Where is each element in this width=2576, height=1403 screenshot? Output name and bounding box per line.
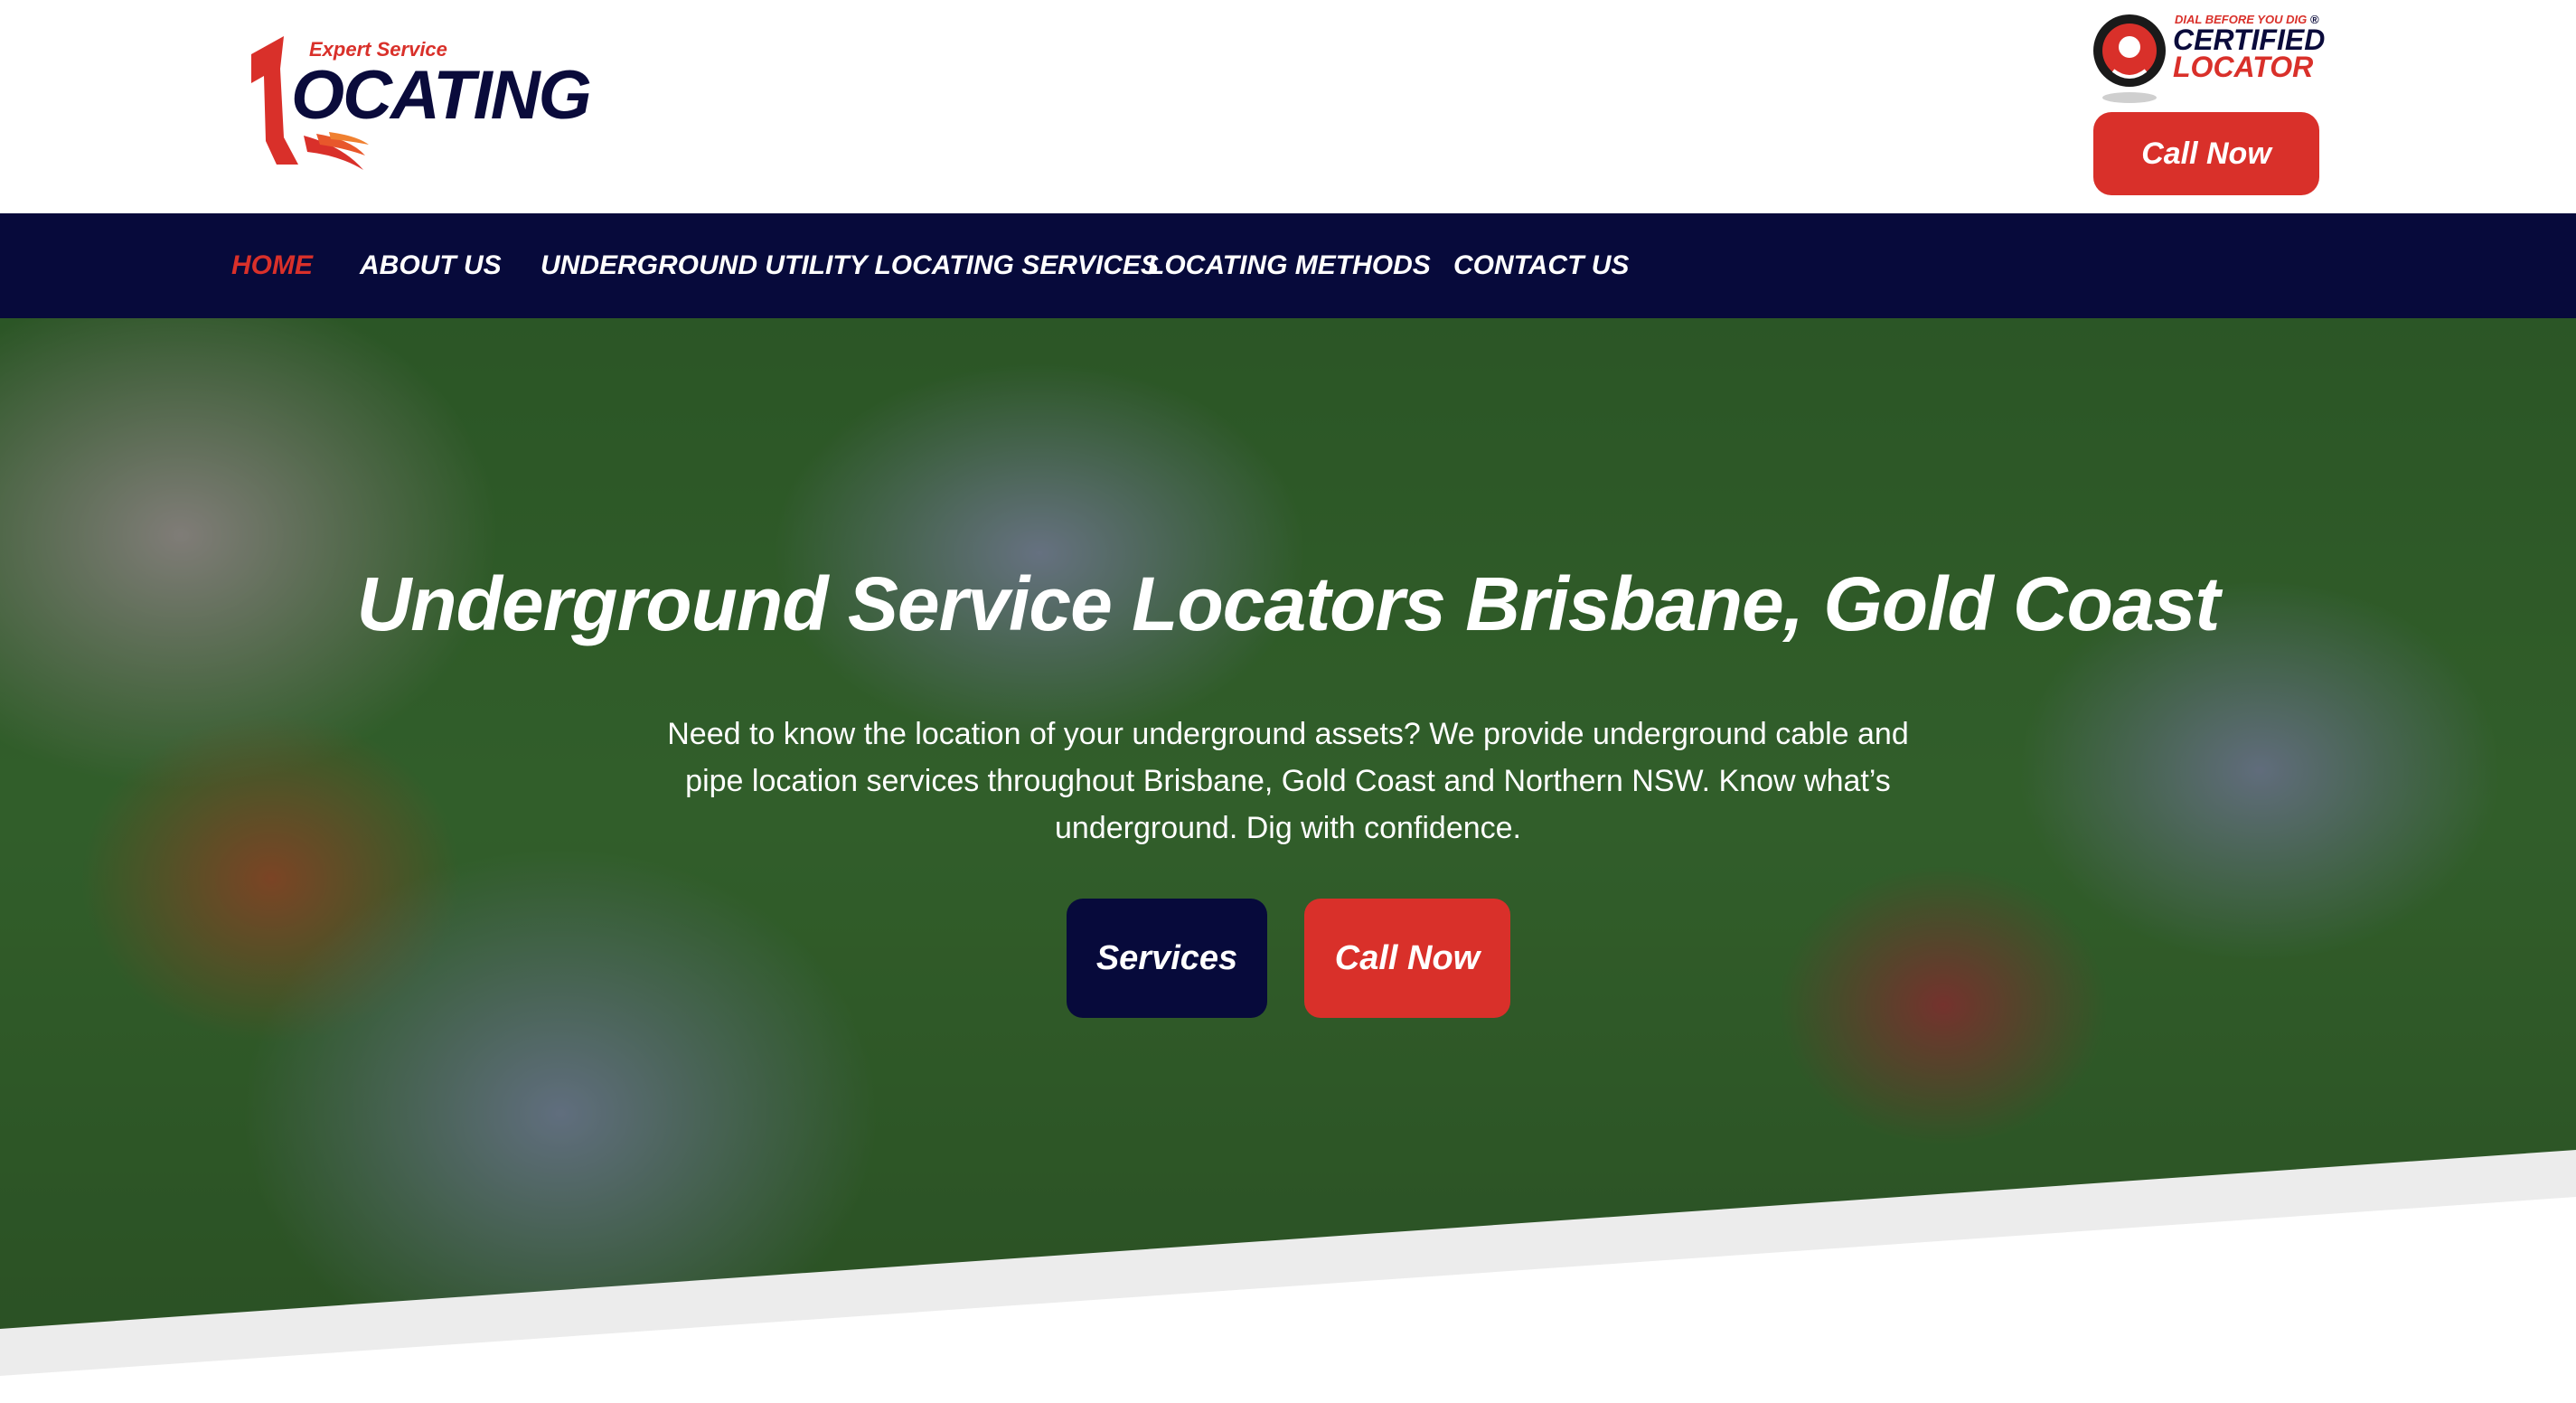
header-call-now-button[interactable]: Call Now: [2093, 112, 2319, 195]
cert-locator-text: LOCATOR: [2173, 51, 2314, 83]
hero-bottom-slant: [0, 1150, 2576, 1403]
nav-item-home[interactable]: HOME: [231, 213, 313, 318]
main-nav: HOME ABOUT US UNDERGROUND UTILITY LOCATI…: [0, 213, 2576, 318]
hero-services-button[interactable]: Services: [1067, 899, 1267, 1018]
hero-title: Underground Service Locators Brisbane, G…: [356, 561, 2221, 646]
dial-before-you-dig-badge-icon: [2093, 14, 2166, 103]
hero-description: Need to know the location of your underg…: [667, 717, 1909, 845]
nav-item-locating-methods[interactable]: LOCATING METHODS: [1148, 213, 1431, 318]
hero-call-now-button[interactable]: Call Now: [1304, 899, 1510, 1018]
site-logo[interactable]: Expert Service OCATING: [244, 29, 592, 174]
logo-wordmark: OCATING: [291, 57, 592, 134]
site-header: Expert Service OCATING DIAL BEFORE YOU D…: [0, 0, 2576, 213]
nav-item-contact-us[interactable]: CONTACT US: [1453, 213, 1629, 318]
nav-item-underground-utility-locating-services[interactable]: UNDERGROUND UTILITY LOCATING SERVICES: [541, 213, 1159, 318]
nav-item-about-us[interactable]: ABOUT US: [360, 213, 502, 318]
hero-section: Underground Service Locators Brisbane, G…: [0, 318, 2576, 1403]
certified-locator-badge: DIAL BEFORE YOU DIG ® CERTIFIED LOCATOR: [2090, 7, 2325, 105]
